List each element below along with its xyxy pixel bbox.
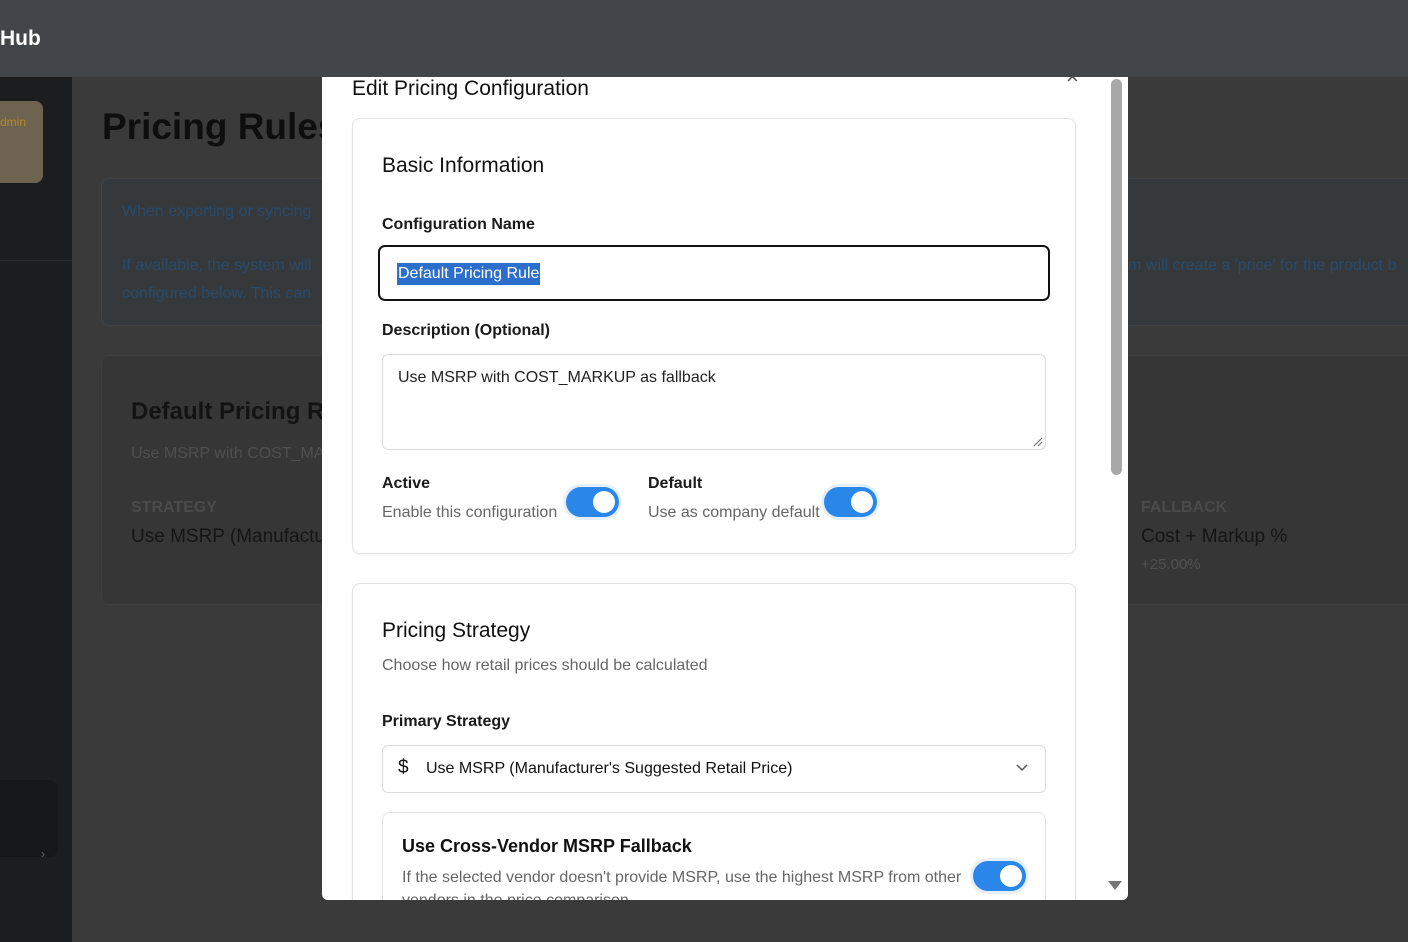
admin-chip[interactable]: dmin [0,101,43,183]
section-title: Pricing Strategy [382,619,531,642]
info-line: configured below. This can [122,285,312,302]
top-bar: Hub [0,0,1408,77]
edit-pricing-modal: Edit Pricing Configuration × Basic Infor… [322,77,1128,900]
description-label: Description (Optional) [382,322,550,339]
strategy-value: Use MSRP (Manufactu [131,526,325,547]
fallback-value: Cost + Markup % [1141,526,1288,547]
active-toggle[interactable] [566,487,619,517]
configuration-name-label: Configuration Name [382,216,535,233]
section-subtitle: Choose how retail prices should be calcu… [382,657,708,674]
app-brand: Hub [0,27,41,50]
basic-information-section: Basic Information Configuration Name Def… [352,118,1076,554]
chevron-right-icon[interactable]: › [41,847,45,861]
description-textarea[interactable]: Use MSRP with COST_MARKUP as fallback [382,354,1046,450]
primary-strategy-select[interactable]: $ Use MSRP (Manufacturer's Suggested Ret… [382,745,1046,793]
cross-vendor-description: If the selected vendor doesn't provide M… [402,869,962,900]
sidebar-divider [0,260,72,261]
info-line: When exporting or syncing [122,203,312,220]
default-label: Default [648,475,703,492]
primary-strategy-label: Primary Strategy [382,713,511,730]
close-icon[interactable]: × [1066,77,1079,89]
info-line: m will create a 'price' for the product … [1128,257,1397,274]
configuration-name-value: Default Pricing Rule [397,263,541,285]
toggle-knob [851,491,873,513]
active-help: Enable this configuration [382,504,558,521]
cross-vendor-title: Use Cross-Vendor MSRP Fallback [402,836,692,856]
modal-title: Edit Pricing Configuration [352,77,589,100]
section-title: Basic Information [382,154,545,177]
fallback-label: FALLBACK [1141,499,1228,516]
admin-chip-label: dmin [0,115,27,129]
sidebar-user-block[interactable] [0,780,58,857]
default-help: Use as company default [648,504,820,521]
description-value: Use MSRP with COST_MARKUP as fallback [398,369,716,386]
scrollbar-thumb[interactable] [1111,79,1122,475]
toggle-knob [593,491,615,513]
cross-vendor-toggle[interactable] [973,861,1026,891]
rule-card-description: Use MSRP with COST_MA [131,445,325,462]
primary-strategy-value: Use MSRP (Manufacturer's Suggested Retai… [426,760,793,777]
strategy-label: STRATEGY [131,499,217,516]
page-title: Pricing Rules [102,106,339,147]
active-label: Active [382,475,431,492]
toggle-knob [1000,865,1022,887]
sidebar: dmin › [0,77,72,942]
default-toggle[interactable] [824,487,877,517]
resize-grip-icon[interactable] [1031,435,1043,447]
chevron-down-icon [1016,764,1028,772]
pricing-strategy-section: Pricing Strategy Choose how retail price… [352,583,1076,900]
cross-vendor-card: Use Cross-Vendor MSRP Fallback If the se… [382,812,1046,900]
scroll-down-arrow-icon[interactable] [1108,881,1122,890]
info-line: If available, the system will [122,257,312,274]
rule-card-title: Default Pricing Rul [131,398,346,425]
fallback-markup: +25.00% [1141,556,1201,573]
dollar-icon: $ [398,757,409,778]
configuration-name-input[interactable]: Default Pricing Rule [378,245,1050,301]
